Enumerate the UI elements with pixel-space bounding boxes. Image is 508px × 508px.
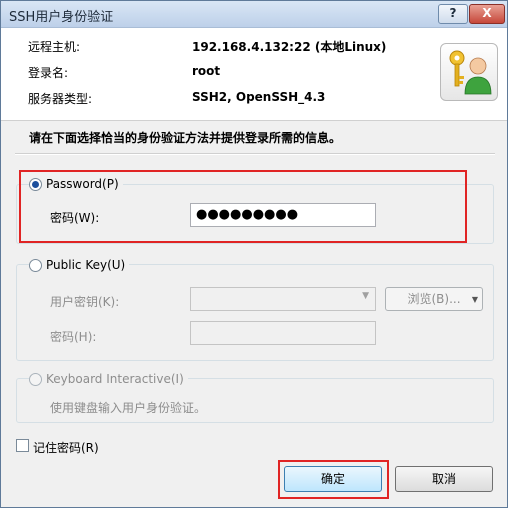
- host-label: 远程主机:: [28, 40, 81, 54]
- password-highlight-box: [19, 170, 467, 243]
- keyboard-interactive-description: 使用键盘输入用户身份验证。: [50, 401, 207, 415]
- instruction-text: 请在下面选择恰当的身份验证方法并提供登录所需的信息。: [29, 131, 342, 145]
- remember-password-label: 记住密码(R): [33, 441, 99, 455]
- server-type-label: 服务器类型:: [28, 92, 93, 106]
- help-button[interactable]: ?: [438, 4, 468, 24]
- public-key-group: [16, 264, 494, 361]
- public-key-radio[interactable]: Public Key(U): [29, 258, 130, 272]
- ssh-auth-dialog: SSH用户身份验证 ? X 远程主机: 192.168.4.132:22 (本地…: [0, 0, 508, 508]
- login-value: root: [192, 64, 221, 78]
- close-button[interactable]: X: [469, 4, 505, 24]
- radio-unselected-icon[interactable]: [29, 258, 42, 272]
- keyboard-interactive-radio[interactable]: Keyboard Interactive(I): [29, 372, 188, 386]
- passphrase-label: 密码(H):: [50, 330, 97, 344]
- remember-password-checkbox[interactable]: [16, 439, 29, 452]
- browse-button-label: 浏览(B)...: [407, 292, 461, 306]
- login-label: 登录名:: [28, 66, 69, 80]
- user-key-select[interactable]: ▼: [190, 287, 376, 311]
- keyboard-interactive-label: Keyboard Interactive(I): [46, 372, 184, 386]
- passphrase-input[interactable]: [190, 321, 376, 345]
- cancel-button[interactable]: 取消: [395, 466, 493, 492]
- title-bar[interactable]: SSH用户身份验证 ? X: [1, 1, 507, 28]
- divider: [15, 153, 495, 155]
- ok-highlight-box: [278, 460, 389, 499]
- host-value: 192.168.4.132:22 (本地Linux): [192, 40, 387, 54]
- server-type-value: SSH2, OpenSSH_4.3: [192, 90, 326, 104]
- dropdown-arrow-icon: ▼: [471, 295, 478, 304]
- browse-button[interactable]: 浏览(B)... ▼: [385, 287, 483, 311]
- chevron-down-icon: ▼: [362, 291, 369, 301]
- window-title: SSH用户身份验证: [9, 10, 114, 25]
- user-key-label: 用户密钥(K):: [50, 295, 120, 309]
- radio-disabled-icon[interactable]: [29, 372, 42, 386]
- user-key-icon: [440, 43, 498, 101]
- public-key-radio-label: Public Key(U): [46, 258, 126, 272]
